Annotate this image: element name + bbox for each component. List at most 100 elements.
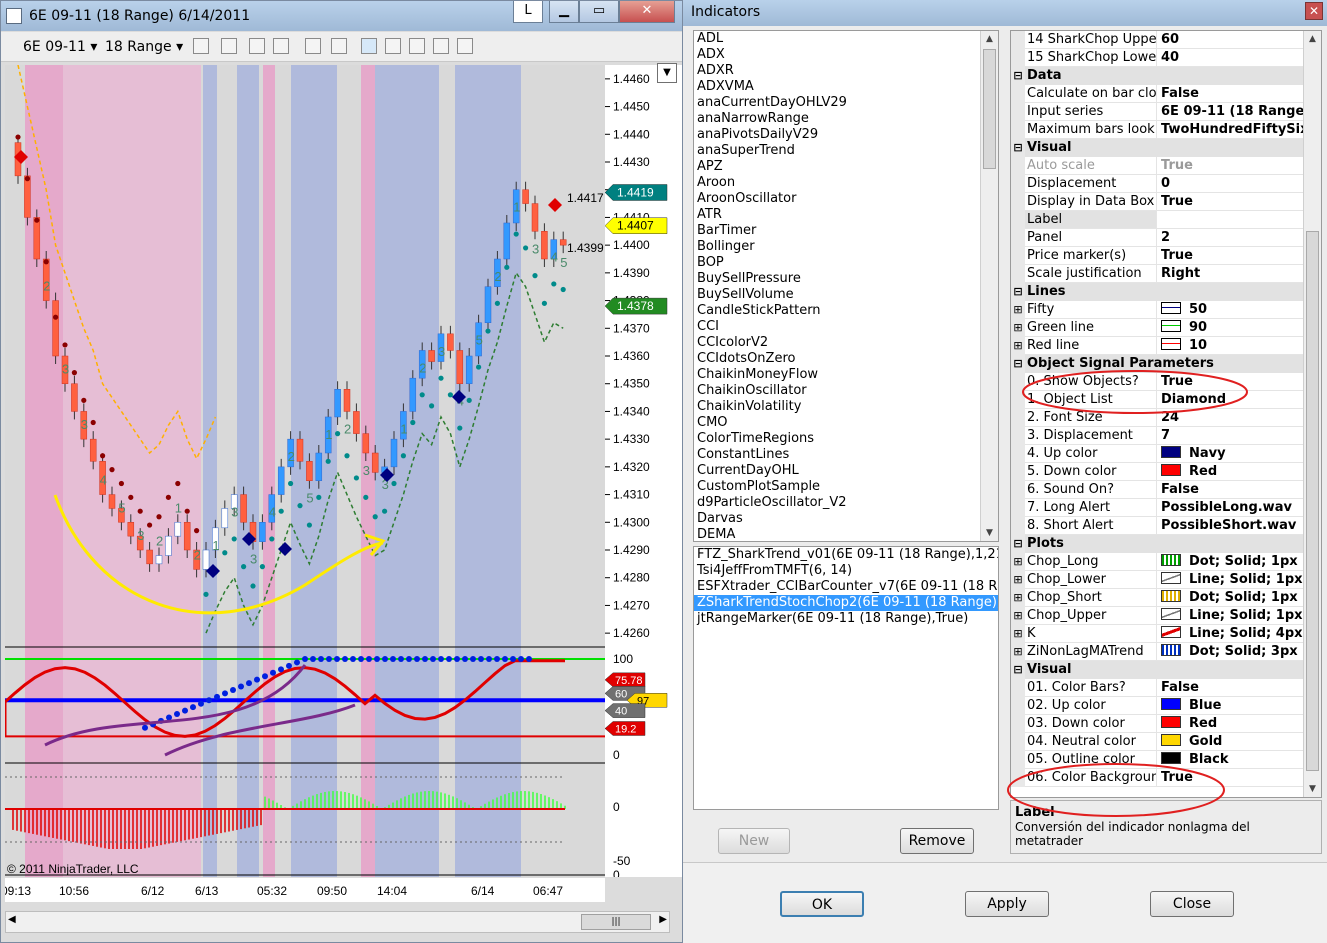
collapse-icon[interactable]: ⊟ [1011, 67, 1025, 85]
scroll-left-icon[interactable]: ◀ [8, 914, 16, 925]
property-row[interactable]: 3. Displacement 7 [1011, 427, 1305, 445]
property-row[interactable]: 1. Object List Diamond [1011, 391, 1305, 409]
indicator-list-item[interactable]: ADXVMA [694, 79, 998, 95]
property-value[interactable]: 90 [1157, 319, 1305, 337]
property-category[interactable]: ⊟ Plots [1011, 535, 1305, 553]
scroll-up-icon[interactable]: ▲ [1304, 31, 1321, 47]
property-row[interactable]: 06. Color Background True [1011, 769, 1305, 787]
expand-icon[interactable]: ⊞ [1011, 607, 1025, 625]
ok-button[interactable]: OK [780, 891, 864, 917]
property-value[interactable]: 2 [1157, 229, 1305, 247]
close-icon[interactable]: ✕ [619, 1, 675, 23]
property-value[interactable]: Red [1157, 715, 1305, 733]
indicator-list-item[interactable]: CMO [694, 415, 998, 431]
property-row[interactable]: ⊞ Green line 90 [1011, 319, 1305, 337]
indicator-list-item[interactable]: CandleStickPattern [694, 303, 998, 319]
price-axis[interactable]: 1.44601.44501.44401.44301.44201.44101.44… [604, 65, 682, 882]
remove-button[interactable]: Remove [900, 828, 974, 854]
property-row[interactable]: 01. Color Bars? False [1011, 679, 1305, 697]
chart-plot-area[interactable]: 23345321213342512331234521345© 2011 Ninj… [5, 65, 605, 877]
indicator-list-item[interactable]: ChaikinOscillator [694, 383, 998, 399]
property-row[interactable]: Calculate on bar close False [1011, 85, 1305, 103]
expand-icon[interactable]: ⊞ [1011, 319, 1025, 337]
scroll-down-icon[interactable]: ▼ [981, 525, 998, 541]
indicators-icon[interactable] [361, 38, 377, 54]
indicator-list-item[interactable]: ChaikinVolatility [694, 399, 998, 415]
property-value[interactable]: 60 [1157, 31, 1305, 49]
chart-titlebar[interactable]: 6E 09-11 (18 Range) 6/14/2011 L ▁ ▭ ✕ [1, 1, 682, 31]
apply-button[interactable]: Apply [965, 891, 1049, 917]
property-category[interactable]: ⊟ Lines [1011, 283, 1305, 301]
property-row[interactable]: Auto scale True [1011, 157, 1305, 175]
expand-icon[interactable]: ⊞ [1011, 625, 1025, 643]
property-value[interactable]: 10 [1157, 337, 1305, 355]
property-value[interactable]: 0 [1157, 175, 1305, 193]
indicator-list-item[interactable]: ADL [694, 31, 998, 47]
property-value[interactable]: Line; Solid; 4px [1157, 625, 1305, 643]
bar-type-icon[interactable] [193, 38, 209, 54]
property-row[interactable]: ⊞ Fifty 50 [1011, 301, 1305, 319]
scroll-down-icon[interactable]: ▼ [1304, 781, 1321, 797]
property-category[interactable]: ⊟ Data [1011, 67, 1305, 85]
instrument-selector[interactable]: 6E 09-11 ▾ [23, 39, 97, 55]
scroll-thumb[interactable]: ||| [581, 914, 651, 930]
indicator-list-item[interactable]: ADX [694, 47, 998, 63]
property-row[interactable]: 6. Sound On? False [1011, 481, 1305, 499]
indicator-list-item[interactable]: anaNarrowRange [694, 111, 998, 127]
chart-horizontal-scrollbar[interactable]: ◀ ||| ▶ [5, 911, 670, 933]
property-value[interactable]: PossibleShort.wav [1157, 517, 1305, 535]
property-value[interactable]: Dot; Solid; 3px [1157, 643, 1305, 661]
expand-icon[interactable]: ⊞ [1011, 571, 1025, 589]
indicator-list-item[interactable]: d9ParticleOscillator_V2 [694, 495, 998, 511]
property-value[interactable]: True [1157, 247, 1305, 265]
indicator-list-item[interactable]: ADXR [694, 63, 998, 79]
crosshair-icon[interactable] [305, 38, 321, 54]
property-grid-scrollbar[interactable]: ▲ ▼ [1303, 31, 1321, 797]
property-value[interactable]: Blue [1157, 697, 1305, 715]
indicator-list-item[interactable]: APZ [694, 159, 998, 175]
property-category[interactable]: ⊟ Visual [1011, 139, 1305, 157]
property-row[interactable]: Displacement 0 [1011, 175, 1305, 193]
maximize-icon[interactable]: ▭ [579, 1, 619, 23]
collapse-icon[interactable]: ⊟ [1011, 535, 1025, 553]
property-value[interactable]: Red [1157, 463, 1305, 481]
applied-indicator-item[interactable]: jtRangeMarker(6E 09-11 (18 Range),True) [694, 611, 998, 627]
indicator-list-item[interactable]: DEMA [694, 527, 998, 541]
property-value[interactable]: True [1157, 193, 1305, 211]
indicator-list-item[interactable]: Bollinger [694, 239, 998, 255]
property-row[interactable]: Label [1011, 211, 1305, 229]
property-value[interactable]: Diamond [1157, 391, 1305, 409]
expand-icon[interactable]: ⊞ [1011, 301, 1025, 319]
property-row[interactable]: 0. Show Objects? True [1011, 373, 1305, 391]
time-axis[interactable]: 09:13 10:56 6/12 6/13 05:32 09:50 14:04 6/14 06:… [1, 878, 605, 902]
close-button[interactable]: Close [1150, 891, 1234, 917]
minimize-icon[interactable]: ▁ [549, 1, 579, 23]
applied-indicator-item[interactable]: Tsi4JeffFromTMFT(6, 14) [694, 563, 998, 579]
applied-indicator-item[interactable]: ESFXtrader_CCIBarCounter_v7(6E 09-11 (18… [694, 579, 998, 595]
collapse-icon[interactable]: ⊟ [1011, 139, 1025, 157]
property-row[interactable]: 7. Long Alert PossibleLong.wav [1011, 499, 1305, 517]
property-value[interactable] [1157, 211, 1305, 229]
expand-icon[interactable]: ⊞ [1011, 337, 1025, 355]
pencil-icon[interactable] [221, 38, 237, 54]
property-value[interactable]: True [1157, 157, 1305, 175]
dialog-titlebar[interactable]: Indicators ✕ [683, 0, 1327, 26]
indicator-list-item[interactable]: BuySellVolume [694, 287, 998, 303]
property-grid[interactable]: 14 SharkChop Upper 60 15 SharkChop Lower 40… [1010, 30, 1322, 798]
collapse-icon[interactable]: ⊟ [1011, 661, 1025, 679]
property-value[interactable]: 7 [1157, 427, 1305, 445]
new-button[interactable]: New [718, 828, 790, 854]
scroll-right-icon[interactable]: ▶ [659, 914, 667, 925]
property-value[interactable]: 24 [1157, 409, 1305, 427]
property-row[interactable]: 02. Up color Blue [1011, 697, 1305, 715]
property-value[interactable]: PossibleLong.wav [1157, 499, 1305, 517]
magnifier-icon[interactable] [331, 38, 347, 54]
property-value[interactable]: Dot; Solid; 1px [1157, 553, 1305, 571]
close-icon[interactable]: ✕ [1305, 2, 1323, 20]
properties-icon[interactable] [457, 38, 473, 54]
expand-icon[interactable]: ⊞ [1011, 643, 1025, 661]
property-row[interactable]: 5. Down color Red [1011, 463, 1305, 481]
indicator-list-item[interactable]: BuySellPressure [694, 271, 998, 287]
applied-indicator-item[interactable]: ZSharkTrendStochChop2(6E 09-11 (18 Range… [694, 595, 998, 611]
indicator-list-item[interactable]: ATR [694, 207, 998, 223]
